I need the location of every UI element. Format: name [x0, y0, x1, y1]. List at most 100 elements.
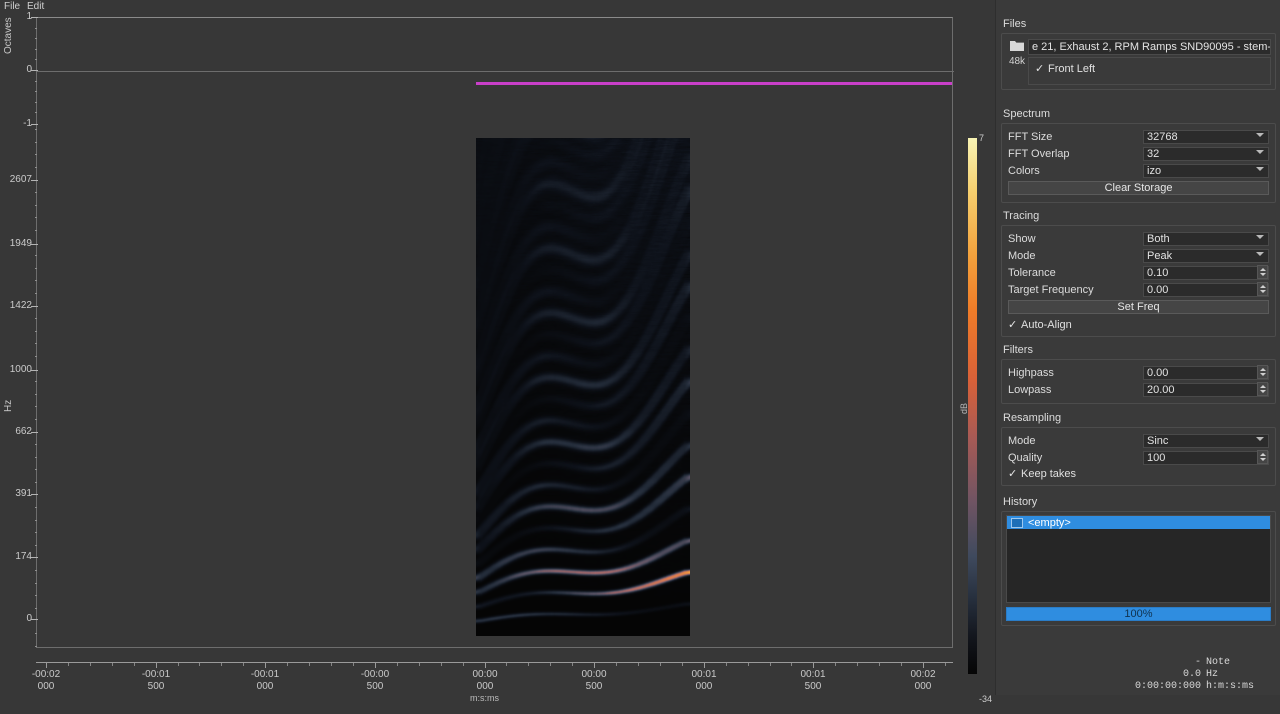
filters-box: Highpass 0.00 Lowpass 20.00 — [1001, 359, 1276, 404]
chevron-down-icon[interactable] — [1256, 132, 1264, 137]
quality-stepper[interactable] — [1257, 449, 1268, 464]
files-box: e 21, Exhaust 2, RPM Ramps SND90095 - st… — [1001, 33, 1276, 90]
spectrum-box: FFT Size 32768 FFT Overlap 32 Colors izo… — [1001, 123, 1276, 203]
axis-minor-tick — [35, 482, 37, 483]
colors-select[interactable]: izo — [1143, 163, 1269, 178]
lowpass-stepper[interactable] — [1257, 381, 1268, 396]
axis-minor-tick — [35, 280, 37, 281]
chevron-down-icon[interactable] — [1256, 436, 1264, 441]
stepper-up-icon[interactable] — [1260, 367, 1266, 371]
quality-input[interactable]: 100 — [1143, 450, 1269, 465]
stepper-up-icon[interactable] — [1260, 284, 1266, 288]
time-axis-minor-tick — [243, 663, 244, 666]
menu-bar: File Edit — [0, 0, 1000, 14]
spectrogram-image[interactable] — [476, 138, 690, 636]
channel-front-left[interactable]: ✓ Front Left — [1035, 61, 1270, 76]
progress-bar: 100% — [1006, 607, 1271, 621]
keep-takes-checkbox[interactable]: ✓ Keep takes — [1008, 466, 1269, 481]
lowpass-input[interactable]: 20.00 — [1143, 382, 1269, 397]
folder-icon[interactable] — [1006, 40, 1028, 54]
time-axis-tick — [594, 663, 595, 668]
show-select[interactable]: Both — [1143, 231, 1269, 246]
stepper-up-icon[interactable] — [1260, 384, 1266, 388]
spectrogram-viewer[interactable]: 1 0 -1 2607 1949 1422 1000 662 391 174 0 Octaves H… — [0, 12, 995, 704]
octaves-zero-line — [37, 71, 954, 72]
show-label: Show — [1008, 232, 1036, 245]
keep-takes-label: Keep takes — [1021, 467, 1077, 480]
spectrum-group-title: Spectrum — [1003, 108, 1051, 120]
octaves-plot-panel[interactable] — [36, 17, 954, 125]
axis-minor-tick — [35, 507, 37, 508]
axis-tick — [31, 557, 38, 558]
channel-list: ✓ Front Left — [1028, 57, 1271, 85]
time-value: 0:00:00:000 — [1134, 681, 1201, 692]
history-list-item[interactable]: <empty> — [1007, 516, 1270, 529]
time-axis-minor-tick — [638, 663, 639, 666]
lowpass-label: Lowpass — [1008, 383, 1052, 396]
time-axis-minor-tick — [199, 663, 200, 666]
axis-tick — [31, 124, 38, 125]
time-axis-tick — [265, 663, 266, 668]
time-axis-minor-tick — [682, 663, 683, 666]
highpass-row: Highpass 0.00 — [1008, 364, 1269, 381]
file-row[interactable]: e 21, Exhaust 2, RPM Ramps SND90095 - st… — [1006, 37, 1271, 57]
stepper-up-icon[interactable] — [1260, 267, 1266, 271]
target-frequency-stepper[interactable] — [1257, 281, 1268, 296]
time-axis-minor-tick — [528, 663, 529, 666]
stepper-down-icon[interactable] — [1260, 289, 1266, 293]
hz-tick-label: 1000 — [9, 364, 32, 375]
resample-mode-select[interactable]: Sinc — [1143, 433, 1269, 448]
history-box: <empty> 100% — [1001, 511, 1276, 626]
axis-minor-tick — [35, 59, 37, 60]
time-axis-minor-tick — [419, 663, 420, 666]
fft-size-select[interactable]: 32768 — [1143, 129, 1269, 144]
axis-minor-tick — [35, 595, 37, 596]
stepper-down-icon[interactable] — [1260, 389, 1266, 393]
auto-align-checkbox[interactable]: ✓ Auto-Align — [1008, 317, 1269, 332]
chevron-down-icon[interactable] — [1256, 166, 1264, 171]
time-axis-tick — [156, 663, 157, 668]
time-axis-minor-tick — [726, 663, 727, 666]
time-axis-minor-tick — [90, 663, 91, 666]
hz-tick-label: 2607 — [9, 174, 32, 185]
axis-minor-tick — [35, 268, 37, 269]
axis-minor-tick — [35, 419, 37, 420]
axis-minor-tick — [35, 381, 37, 382]
axis-minor-tick — [35, 570, 37, 571]
menu-item-file[interactable]: File — [4, 0, 20, 13]
axis-tick — [31, 180, 38, 181]
stepper-up-icon[interactable] — [1260, 452, 1266, 456]
filename-field[interactable]: e 21, Exhaust 2, RPM Ramps SND90095 - st… — [1028, 39, 1271, 55]
chevron-down-icon[interactable] — [1256, 234, 1264, 239]
tolerance-input[interactable]: 0.10 — [1143, 265, 1269, 280]
fft-overlap-row: FFT Overlap 32 — [1008, 145, 1269, 162]
highpass-stepper[interactable] — [1257, 364, 1268, 379]
time-axis-label: 00:00 000 — [472, 669, 498, 692]
stepper-down-icon[interactable] — [1260, 457, 1266, 461]
target-frequency-row: Target Frequency 0.00 — [1008, 281, 1269, 298]
tolerance-stepper[interactable] — [1257, 264, 1268, 279]
highpass-input[interactable]: 0.00 — [1143, 365, 1269, 380]
axis-tick — [31, 370, 38, 371]
filters-group: Filters Highpass 0.00 Lowpass 20.00 — [1001, 344, 1276, 404]
fft-overlap-select[interactable]: 32 — [1143, 146, 1269, 161]
history-list[interactable]: <empty> — [1006, 515, 1271, 603]
colorbar-min-label: -34 — [979, 694, 993, 704]
chevron-down-icon[interactable] — [1256, 251, 1264, 256]
set-freq-button[interactable]: Set Freq — [1008, 300, 1269, 314]
history-item-label: <empty> — [1028, 516, 1071, 529]
time-axis-label: 00:00 500 — [581, 669, 607, 692]
resample-mode-row: Mode Sinc — [1008, 432, 1269, 449]
resampling-box: Mode Sinc Quality 100 ✓ Keep takes — [1001, 427, 1276, 486]
stepper-down-icon[interactable] — [1260, 272, 1266, 276]
time-axis-minor-tick — [857, 663, 858, 666]
time-axis-minor-tick — [879, 663, 880, 666]
resampling-group-title: Resampling — [1003, 412, 1062, 424]
chevron-down-icon[interactable] — [1256, 149, 1264, 154]
target-frequency-input[interactable]: 0.00 — [1143, 282, 1269, 297]
resampling-group: Resampling Mode Sinc Quality 100 ✓ Keep … — [1001, 412, 1276, 486]
tracing-mode-select[interactable]: Peak — [1143, 248, 1269, 263]
clear-storage-button[interactable]: Clear Storage — [1008, 181, 1269, 195]
stepper-down-icon[interactable] — [1260, 372, 1266, 376]
time-axis-minor-tick — [178, 663, 179, 666]
